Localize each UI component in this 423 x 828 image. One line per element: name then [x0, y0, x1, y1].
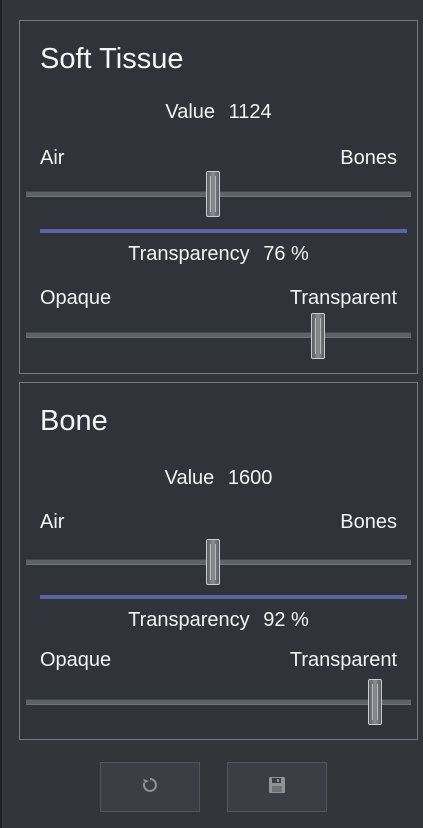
value-readout: Value 1600 [20, 467, 417, 490]
transparency-readout: Transparency 76 % [20, 243, 417, 266]
transparency-readout: Transparency 92 % [20, 609, 417, 632]
panel-title: Soft Tissue [40, 43, 184, 75]
transparent-label: Transparent [289, 287, 397, 309]
transparency-slider-track[interactable] [26, 699, 411, 705]
value-number: 1124 [228, 101, 272, 123]
value-readout: Value 1124 [20, 101, 417, 124]
transparency-value: 92 % [263, 609, 309, 631]
air-label: Air [40, 147, 65, 169]
bones-label: Bones [340, 147, 397, 169]
value-slider-thumb[interactable] [206, 539, 220, 585]
panel-title: Bone [40, 405, 108, 437]
reset-button[interactable] [100, 762, 200, 812]
transparency-slider-thumb[interactable] [311, 313, 325, 359]
value-slider-thumb[interactable] [206, 171, 220, 217]
reset-icon [141, 776, 159, 799]
save-button[interactable] [227, 762, 327, 812]
transfer-function-panel: Soft Tissue Value 1124 Air Bones Transpa… [0, 0, 423, 828]
transparency-value: 76 % [263, 243, 309, 265]
value-number: 1600 [227, 467, 273, 489]
transparency-label: Transparency [128, 243, 250, 265]
save-icon [267, 775, 287, 800]
air-label: Air [40, 511, 65, 533]
transparency-label: Transparency [128, 609, 250, 631]
opaque-label: Opaque [40, 287, 112, 309]
bone-panel: Bone Value 1600 Air Bones Transparency 9… [19, 382, 418, 740]
opaque-label: Opaque [40, 649, 112, 671]
separator-bar [40, 229, 407, 233]
value-label: Value [165, 101, 216, 123]
transparency-slider-track[interactable] [26, 332, 411, 338]
transparency-slider-thumb[interactable] [368, 679, 382, 725]
bones-label: Bones [340, 511, 397, 533]
value-label: Value [164, 467, 215, 489]
soft-tissue-panel: Soft Tissue Value 1124 Air Bones Transpa… [19, 20, 418, 374]
transparent-label: Transparent [289, 649, 397, 671]
separator-bar [40, 595, 407, 599]
